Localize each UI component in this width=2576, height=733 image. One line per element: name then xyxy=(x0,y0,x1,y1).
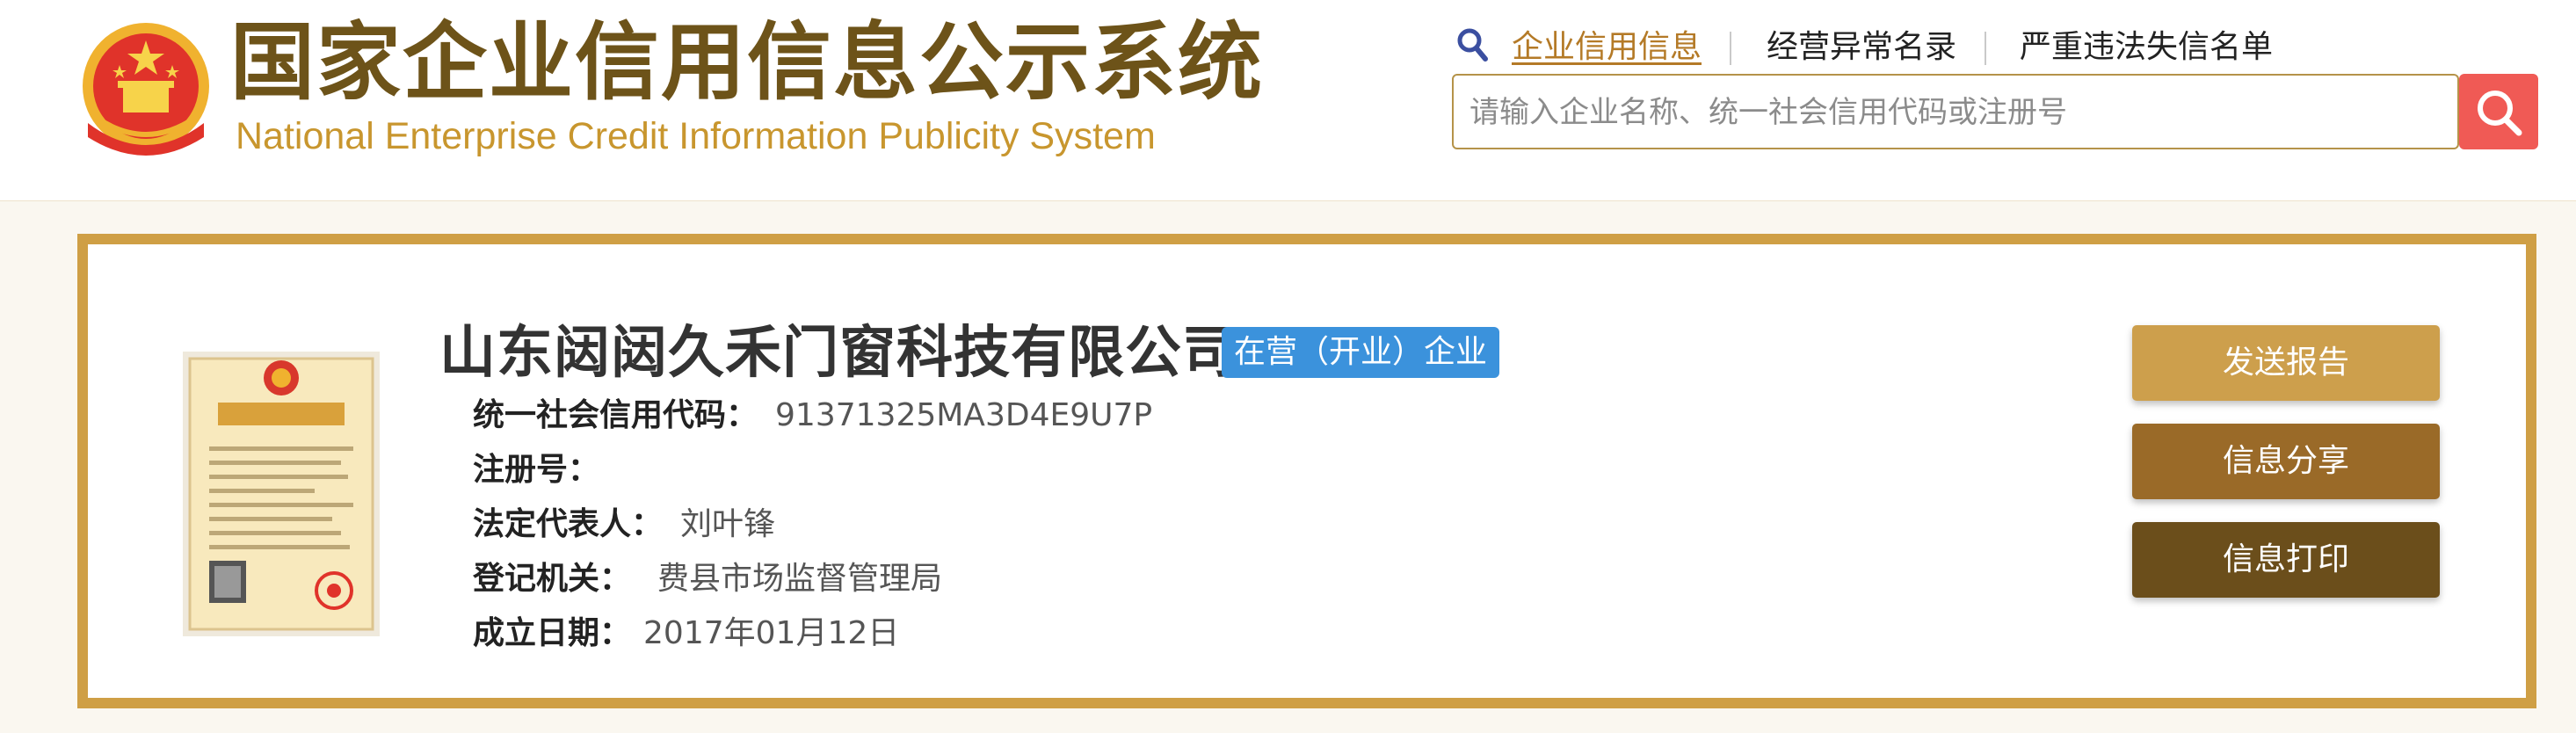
info-row-registration-authority: 登记机关： 费县市场监督管理局 xyxy=(473,557,942,601)
field-label: 成立日期： xyxy=(473,615,632,651)
nav-abnormal-operation-list[interactable]: 经营异常名录 xyxy=(1767,26,1956,69)
business-license-thumbnail[interactable] xyxy=(183,352,380,636)
nav-divider xyxy=(1730,32,1731,65)
info-row-registration-number: 注册号： xyxy=(473,448,617,492)
search-icon xyxy=(1457,28,1488,62)
magnifier-icon xyxy=(2478,91,2522,136)
field-value: 2017年01月12日 xyxy=(643,615,900,651)
share-info-button[interactable]: 信息分享 xyxy=(2132,424,2440,499)
field-value: 刘叶锋 xyxy=(680,506,776,542)
site-title-chinese: 国家企业信用信息公示系统 xyxy=(230,13,1264,112)
field-value: 91371325MA3D4E9U7P xyxy=(775,397,1153,433)
nav-divider xyxy=(1985,32,1986,65)
info-row-legal-representative: 法定代表人： 刘叶锋 xyxy=(473,503,775,547)
info-row-establishment-date: 成立日期： 2017年01月12日 xyxy=(473,612,899,656)
status-badge: 在营（开业）企业 xyxy=(1222,327,1500,378)
info-row-credit-code: 统一社会信用代码： 91371325MA3D4E9U7P xyxy=(473,394,1152,438)
site-header: 国家企业信用信息公示系统 National Enterprise Credit … xyxy=(0,0,2576,201)
nav-enterprise-credit-info[interactable]: 企业信用信息 xyxy=(1512,26,1702,69)
nav-serious-violation-list[interactable]: 严重违法失信名单 xyxy=(2020,26,2273,69)
print-info-button[interactable]: 信息打印 xyxy=(2132,522,2440,598)
search-button[interactable] xyxy=(2459,74,2538,149)
search-input[interactable] xyxy=(1468,76,2438,149)
field-value: 费县市场监督管理局 xyxy=(657,561,943,597)
send-report-button[interactable]: 发送报告 xyxy=(2132,325,2440,401)
site-title-english: National Enterprise Credit Information P… xyxy=(236,115,1156,157)
field-label: 统一社会信用代码： xyxy=(473,397,758,433)
field-label: 法定代表人： xyxy=(473,506,664,542)
company-name: 山东闼闼久禾门窗科技有限公司 xyxy=(439,321,1239,386)
field-label: 登记机关： xyxy=(473,561,632,597)
national-emblem-icon xyxy=(83,23,209,156)
company-info-card: 山东闼闼久禾门窗科技有限公司 在营（开业）企业 统一社会信用代码： 9137132… xyxy=(77,234,2536,708)
search-box xyxy=(1452,74,2459,149)
field-label: 注册号： xyxy=(473,452,600,488)
